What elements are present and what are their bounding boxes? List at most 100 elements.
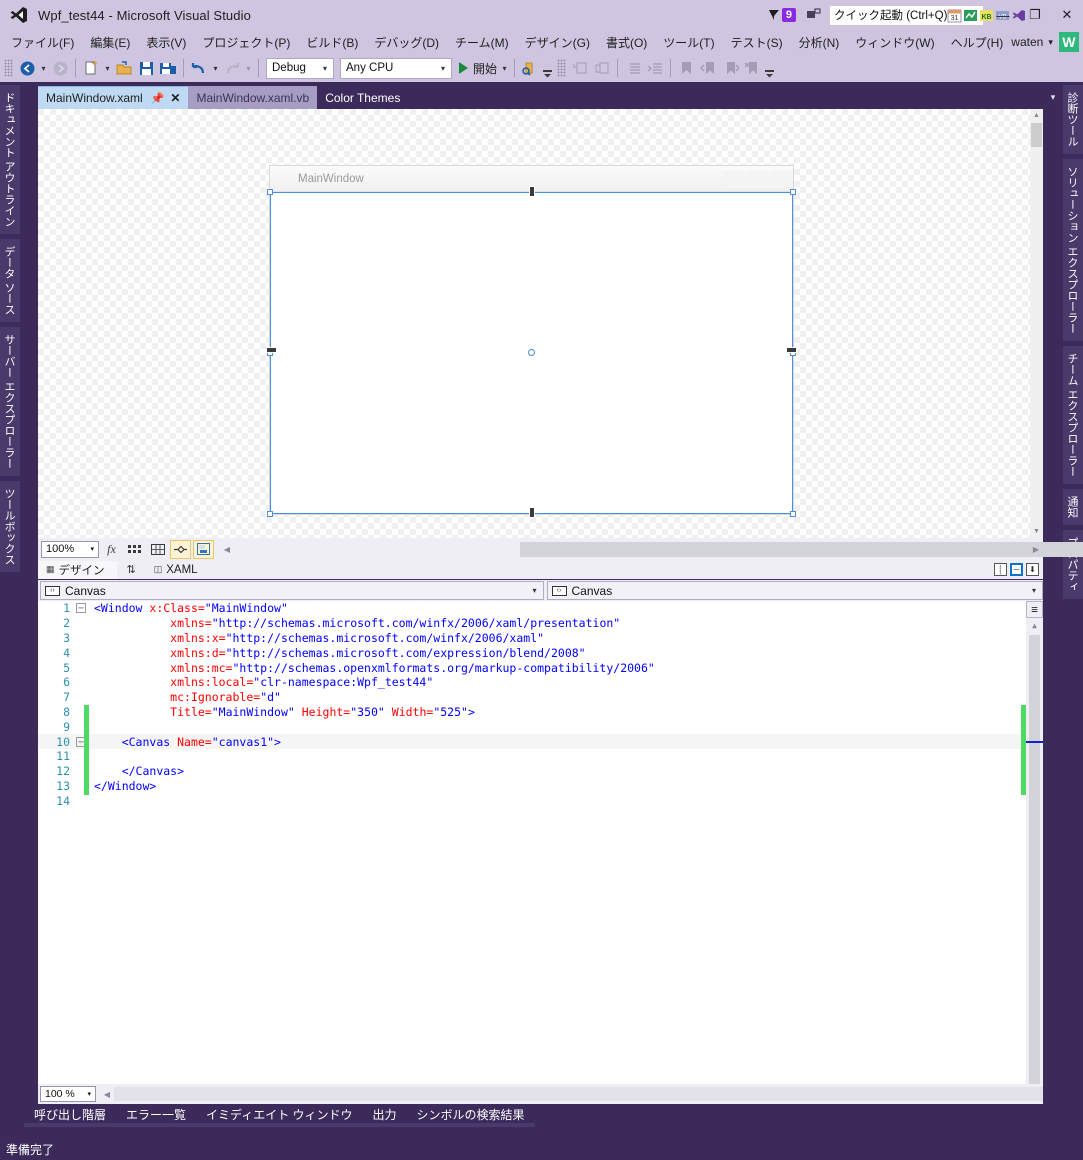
code-line[interactable]: 5 xmlns:mc="http://schemas.openxmlformat…: [38, 660, 1043, 675]
editor-horizontal-scrollbar[interactable]: ◀: [100, 1087, 1043, 1101]
code-line[interactable]: 6 xmlns:local="clr-namespace:Wpf_test44": [38, 675, 1043, 690]
start-dropdown-caret[interactable]: ▾: [499, 64, 510, 73]
sidebar-item-notifications[interactable]: 通知: [1063, 489, 1083, 526]
grid-button[interactable]: [124, 540, 145, 559]
new-item-icon[interactable]: [80, 57, 102, 79]
configuration-combo[interactable]: Debug ▾: [266, 57, 334, 79]
toolbar-grip[interactable]: [4, 59, 13, 77]
designer-zoom-combo[interactable]: 100% ▾: [41, 540, 99, 558]
designer-scroll-thumb[interactable]: [1031, 123, 1042, 147]
sidebar-item-solution-explorer[interactable]: ソリューション エクスプローラー: [1063, 159, 1083, 342]
code-line[interactable]: 4 xmlns:d="http://schemas.microsoft.com/…: [38, 645, 1043, 660]
start-debug-button[interactable]: 開始: [455, 60, 499, 77]
code-line[interactable]: 13 </Window>: [38, 779, 1043, 794]
menu-item-tools[interactable]: ツール(T): [655, 31, 722, 54]
pin-icon[interactable]: 📌: [151, 92, 165, 105]
toolbar-overflow-icon-2[interactable]: [763, 58, 775, 78]
sidebar-item-document-outline[interactable]: ドキュメント アウトライン: [0, 85, 20, 235]
bottom-tab-output[interactable]: 出力: [362, 1104, 407, 1127]
resize-handle-top-left[interactable]: [267, 189, 273, 195]
menu-item-debug[interactable]: デバッグ(D): [366, 31, 447, 54]
sidebar-item-data-sources[interactable]: データ ソース: [0, 239, 20, 323]
scroll-left-arrow-icon[interactable]: ◀: [220, 545, 234, 554]
feedback-flag-icon[interactable]: 9: [767, 8, 796, 22]
sidebar-item-properties[interactable]: プロパティ: [1063, 530, 1083, 600]
scroll-left-arrow-icon[interactable]: ◀: [100, 1090, 114, 1099]
snap-to-guides-button[interactable]: [170, 539, 191, 559]
bottom-tab-symbol-results[interactable]: シンボルの検索結果: [406, 1104, 535, 1127]
avatar[interactable]: W: [1058, 32, 1079, 52]
undo-dropdown-caret[interactable]: ▾: [210, 64, 221, 73]
element-scope-combo-right[interactable]: ‹› Canvas ▾: [546, 581, 1043, 600]
code-fold-toggle[interactable]: −: [76, 603, 86, 614]
tab-mainwindow-xaml-vb[interactable]: MainWindow.xaml.vb: [188, 86, 318, 109]
designer-horizontal-scrollbar[interactable]: ◀ ▶: [220, 541, 1083, 557]
swap-panes-button[interactable]: ⇅: [117, 563, 146, 576]
sidebar-item-diagnostic-tools[interactable]: 診断ツール: [1063, 85, 1083, 154]
snap-grid-button[interactable]: [147, 540, 168, 559]
code-line[interactable]: 10− <Canvas Name="canvas1">: [38, 734, 1043, 749]
sidebar-item-toolbox[interactable]: ツールボックス: [0, 481, 20, 573]
collapse-pane-button[interactable]: ⬇: [1026, 563, 1039, 576]
navigate-back-icon[interactable]: [16, 57, 38, 79]
scroll-up-arrow-icon[interactable]: ▲: [1030, 109, 1043, 122]
menu-item-edit[interactable]: 編集(E): [82, 31, 138, 54]
find-in-files-icon[interactable]: [519, 57, 541, 79]
code-line[interactable]: 14: [38, 793, 1043, 808]
menu-item-analyze[interactable]: 分析(N): [791, 31, 848, 54]
menu-item-test[interactable]: テスト(S): [723, 31, 791, 54]
undo-icon[interactable]: [188, 57, 210, 79]
back-dropdown-caret[interactable]: ▾: [38, 64, 49, 73]
selected-canvas-element[interactable]: [270, 192, 793, 514]
code-line[interactable]: 12 </Canvas>: [38, 764, 1043, 779]
sidebar-item-server-explorer[interactable]: サーバー エクスプローラー: [0, 327, 20, 477]
toolbar-grip-2[interactable]: [557, 59, 567, 77]
tab-design-view[interactable]: ▦ デザイン: [38, 560, 117, 579]
window-preview[interactable]: MainWindow: [266, 165, 797, 518]
element-scope-combo-left[interactable]: ‹› Canvas ▾: [40, 581, 544, 600]
bottom-tab-call-hierarchy[interactable]: 呼び出し階層: [24, 1104, 117, 1127]
scroll-down-arrow-icon[interactable]: ▼: [1030, 525, 1043, 538]
editor-split-icon[interactable]: ≡: [1026, 601, 1043, 618]
code-line[interactable]: 7 mc:Ignorable="d": [38, 690, 1043, 705]
scroll-right-arrow-icon[interactable]: ▶: [1029, 545, 1043, 554]
chevron-down-icon[interactable]: ▾: [1048, 37, 1053, 48]
bottom-margin-grip[interactable]: [528, 507, 535, 518]
show-snap-lines-button[interactable]: [193, 539, 214, 559]
right-margin-grip[interactable]: [786, 347, 797, 353]
close-icon[interactable]: ✕: [170, 91, 180, 105]
resize-handle-top-right[interactable]: [790, 189, 796, 195]
menu-item-window[interactable]: ウィンドウ(W): [847, 31, 942, 54]
vertical-split-button[interactable]: │: [994, 563, 1007, 576]
bottom-tab-error-list[interactable]: エラー一覧: [116, 1104, 197, 1127]
tab-mainwindow-xaml[interactable]: MainWindow.xaml 📌 ✕: [38, 86, 189, 109]
tab-xaml-view[interactable]: ◫ XAML: [146, 563, 210, 577]
menu-item-view[interactable]: 表示(V): [138, 31, 194, 54]
quick-launch-input[interactable]: クイック起動 (Ctrl+Q) 31 KB VB: [829, 4, 1026, 26]
screen-capture-icon[interactable]: [800, 2, 826, 28]
menu-item-build[interactable]: ビルド(B): [298, 31, 366, 54]
editor-vertical-scrollbar[interactable]: [1026, 601, 1043, 1084]
left-margin-grip[interactable]: [266, 347, 277, 353]
maximize-button[interactable]: ❐: [1019, 0, 1051, 30]
open-file-icon[interactable]: [113, 57, 135, 79]
sidebar-item-team-explorer[interactable]: チーム エクスプローラー: [1063, 346, 1083, 485]
editor-scroll-thumb[interactable]: [1029, 635, 1040, 1084]
resize-handle-bottom-right[interactable]: [790, 511, 796, 517]
resize-handle-bottom-left[interactable]: [267, 511, 273, 517]
editor-hscroll-track[interactable]: [114, 1087, 1043, 1101]
code-line[interactable]: 1− <Window x:Class="MainWindow": [38, 601, 1043, 616]
menu-item-project[interactable]: プロジェクト(P): [194, 31, 298, 54]
close-button[interactable]: ✕: [1051, 0, 1083, 30]
tab-color-themes[interactable]: Color Themes: [317, 86, 409, 109]
menu-item-file[interactable]: ファイル(F): [3, 31, 82, 54]
code-line[interactable]: 3 xmlns:x="http://schemas.microsoft.com/…: [38, 631, 1043, 646]
editor-zoom-combo[interactable]: 100 % ▾: [40, 1086, 96, 1102]
menu-item-design[interactable]: デザイン(G): [517, 31, 598, 54]
code-line[interactable]: 2 xmlns="http://schemas.microsoft.com/wi…: [38, 616, 1043, 631]
top-margin-grip[interactable]: [528, 186, 535, 197]
designer-hscroll-thumb[interactable]: [520, 541, 1083, 557]
menu-item-help[interactable]: ヘルプ(H): [943, 31, 1012, 54]
xaml-designer-surface[interactable]: MainWindow ▲ ▼: [38, 109, 1043, 538]
code-line[interactable]: 8 Title="MainWindow" Height="350" Width=…: [38, 705, 1043, 720]
